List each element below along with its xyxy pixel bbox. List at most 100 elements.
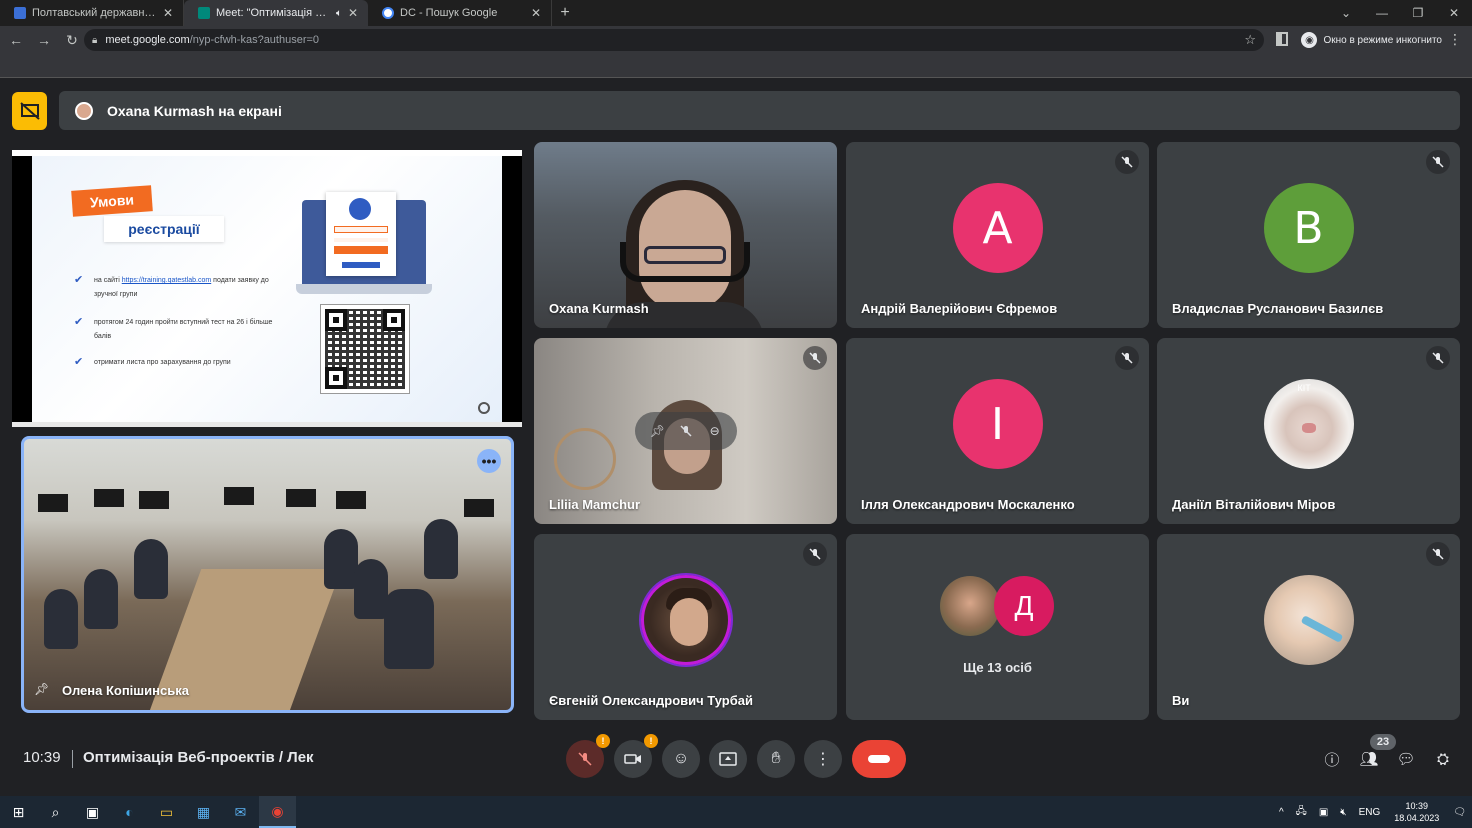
language-indicator[interactable]: ENG (1359, 807, 1381, 818)
info-icon[interactable]: ⓘ (1321, 748, 1343, 770)
presenting-banner: Oxana Kurmash на екрані (59, 91, 1460, 130)
more-options-button[interactable]: ••• (477, 449, 501, 473)
student (44, 589, 78, 649)
participant-name: Ви (1172, 693, 1190, 708)
present-button[interactable] (709, 740, 747, 778)
system-tray: ^ 🖧︎ ▣ 🔇︎ ENG 10:39 18.04.2023 🗨︎ (1273, 796, 1472, 828)
tab-title: Полтавський державний аграр (32, 7, 157, 19)
google-favicon-icon (382, 7, 394, 19)
browser-tabbar: Полтавський державний аграр ✕ Meet: "Опт… (0, 0, 1472, 26)
lock-icon[interactable]: 🔒︎ (92, 35, 97, 46)
condition-text: на сайті (94, 277, 122, 284)
edge-icon[interactable]: ◐ (111, 796, 148, 828)
url-host: meet.google.com (105, 34, 190, 46)
address-bar[interactable]: 🔒︎ meet.google.com/nyp-cfwh-kas?authuser… (84, 29, 1264, 51)
tab-google[interactable]: DC - Пошук Google ✕ (368, 0, 552, 26)
os-taskbar: ⊞ ⌕ ▣ ◐ ▭ ▦ ✉ ◉ ^ 🖧︎ ▣ 🔇︎ ENG 10:39 18.0… (0, 796, 1472, 828)
check-icon: ✔ (74, 274, 84, 286)
bookmark-star-icon[interactable]: ☆ (1244, 32, 1256, 48)
mic-off-icon (1426, 150, 1450, 174)
taskbar-clock[interactable]: 10:39 18.04.2023 (1394, 800, 1439, 824)
speaker-icon[interactable]: 🔈︎ (336, 8, 342, 19)
laptop-base (296, 284, 432, 294)
participant-tile[interactable]: Oxana Kurmash (534, 142, 837, 328)
more-options-button[interactable]: ⋮ (804, 740, 842, 778)
search-icon[interactable]: ⌕ (37, 796, 74, 828)
browser-toolbar: ← → ↻ 🔒︎ meet.google.com/nyp-cfwh-kas?au… (0, 26, 1472, 54)
participant-tile[interactable]: КІТ Даніїл Віталійович Міров (1157, 338, 1460, 524)
slide-condition: ✔ отримати листа про зарахування до груп… (74, 356, 274, 370)
warning-icon: ! (596, 734, 610, 748)
minimize-button[interactable]: — (1364, 6, 1400, 20)
participant-tile[interactable]: В Владислав Русланович Базилєв (1157, 142, 1460, 328)
close-icon[interactable]: ✕ (531, 6, 541, 20)
reload-icon[interactable]: ↻ (60, 32, 84, 49)
taskbar-date: 18.04.2023 (1394, 813, 1440, 823)
activities-icon[interactable]: ⛭ (1432, 748, 1454, 770)
tile-hover-controls: 📌︎ ⊖ (635, 412, 737, 450)
chevron-up-icon[interactable]: ^ (1279, 807, 1284, 818)
presentation-slide: Умови реєстрації ✔ на сайті https://trai… (32, 156, 502, 422)
self-tile[interactable]: Ви (1157, 534, 1460, 720)
student (384, 589, 434, 669)
participant-tile[interactable]: І Ілля Олександрович Москаленко (846, 338, 1149, 524)
mute-participant-icon[interactable] (674, 419, 698, 443)
zoom-icon (478, 402, 490, 414)
check-icon: ✔ (74, 356, 84, 368)
side-panel-icon[interactable] (1276, 32, 1288, 46)
people-icon[interactable]: 👥︎ (1358, 748, 1380, 770)
participant-name: Владислав Русланович Базилєв (1172, 301, 1384, 316)
store-icon[interactable]: ▦ (185, 796, 222, 828)
tab-poltava[interactable]: Полтавський державний аграр ✕ (0, 0, 184, 26)
mic-toggle-button[interactable]: ! (566, 734, 610, 778)
raise-hand-button[interactable]: ✋︎ (757, 740, 795, 778)
mail-icon[interactable]: ✉ (222, 796, 259, 828)
camera-toggle-button[interactable]: ! (614, 734, 658, 778)
task-view-icon[interactable]: ▣ (74, 796, 111, 828)
file-explorer-icon[interactable]: ▭ (148, 796, 185, 828)
avatar: Д (994, 576, 1054, 636)
network-icon[interactable]: 🖧︎ (1296, 804, 1307, 821)
close-icon[interactable]: ✕ (163, 6, 173, 20)
chrome-icon[interactable]: ◉ (259, 796, 296, 828)
meet-main: Oxana Kurmash на екрані Умови реєстрації… (0, 78, 1472, 796)
reactions-button[interactable]: ☺ (662, 740, 700, 778)
back-icon[interactable]: ← (4, 32, 28, 48)
pin-icon[interactable]: 📌︎ (645, 419, 669, 443)
tab-search-icon[interactable]: ⌄ (1328, 6, 1364, 20)
mic-off-icon (578, 752, 592, 766)
chat-icon[interactable]: 💬︎ (1395, 748, 1417, 770)
meeting-title: Оптимізація Веб-проектів / Лек (83, 749, 314, 766)
new-tab-button[interactable]: + (552, 0, 578, 26)
leave-call-button[interactable] (852, 740, 906, 778)
others-tile[interactable]: Д Ще 13 осіб (846, 534, 1149, 720)
qr-code (320, 304, 410, 394)
mic-off-icon (1115, 150, 1139, 174)
pinned-video-tile[interactable]: ••• 📌︎ Олена Копішинська (21, 436, 514, 713)
tab-meet[interactable]: Meet: "Оптимізація Веб-пр 🔈︎ ✕ (184, 0, 368, 26)
incognito-label: Окно в режиме инкогнито (1323, 34, 1442, 46)
participant-tile[interactable]: Євгеній Олександрович Турбай (534, 534, 837, 720)
pin-icon[interactable]: 📌︎ (34, 682, 49, 696)
stop-presenting-button[interactable] (12, 92, 47, 130)
close-window-button[interactable]: ✕ (1436, 6, 1472, 20)
tray-app-icon[interactable]: ▣ (1319, 807, 1328, 818)
incognito-indicator[interactable]: ◉ Окно в режиме инкогнито (1301, 30, 1442, 50)
cat-avatar (1263, 575, 1354, 665)
student (324, 529, 358, 589)
notification-icon[interactable]: 🗨︎ (1453, 807, 1466, 818)
close-icon[interactable]: ✕ (348, 6, 358, 20)
participant-tile[interactable]: А Андрій Валерійович Єфремов (846, 142, 1149, 328)
participant-tile[interactable]: 📌︎ ⊖ Liliia Mamchur (534, 338, 837, 524)
remove-participant-icon[interactable]: ⊖ (703, 419, 727, 443)
volume-muted-icon[interactable]: 🔇︎ (1340, 807, 1346, 818)
shared-screen[interactable]: Умови реєстрації ✔ на сайті https://trai… (12, 150, 522, 427)
student (134, 539, 168, 599)
avatar: А (952, 183, 1043, 273)
browser-menu-icon[interactable]: ⋮ (1448, 31, 1462, 48)
restore-button[interactable]: ❐ (1400, 6, 1436, 20)
university-favicon-icon (14, 7, 26, 19)
participant-name: Oxana Kurmash (549, 301, 649, 316)
windows-start-icon[interactable]: ⊞ (0, 796, 37, 828)
forward-icon[interactable]: → (32, 32, 56, 48)
